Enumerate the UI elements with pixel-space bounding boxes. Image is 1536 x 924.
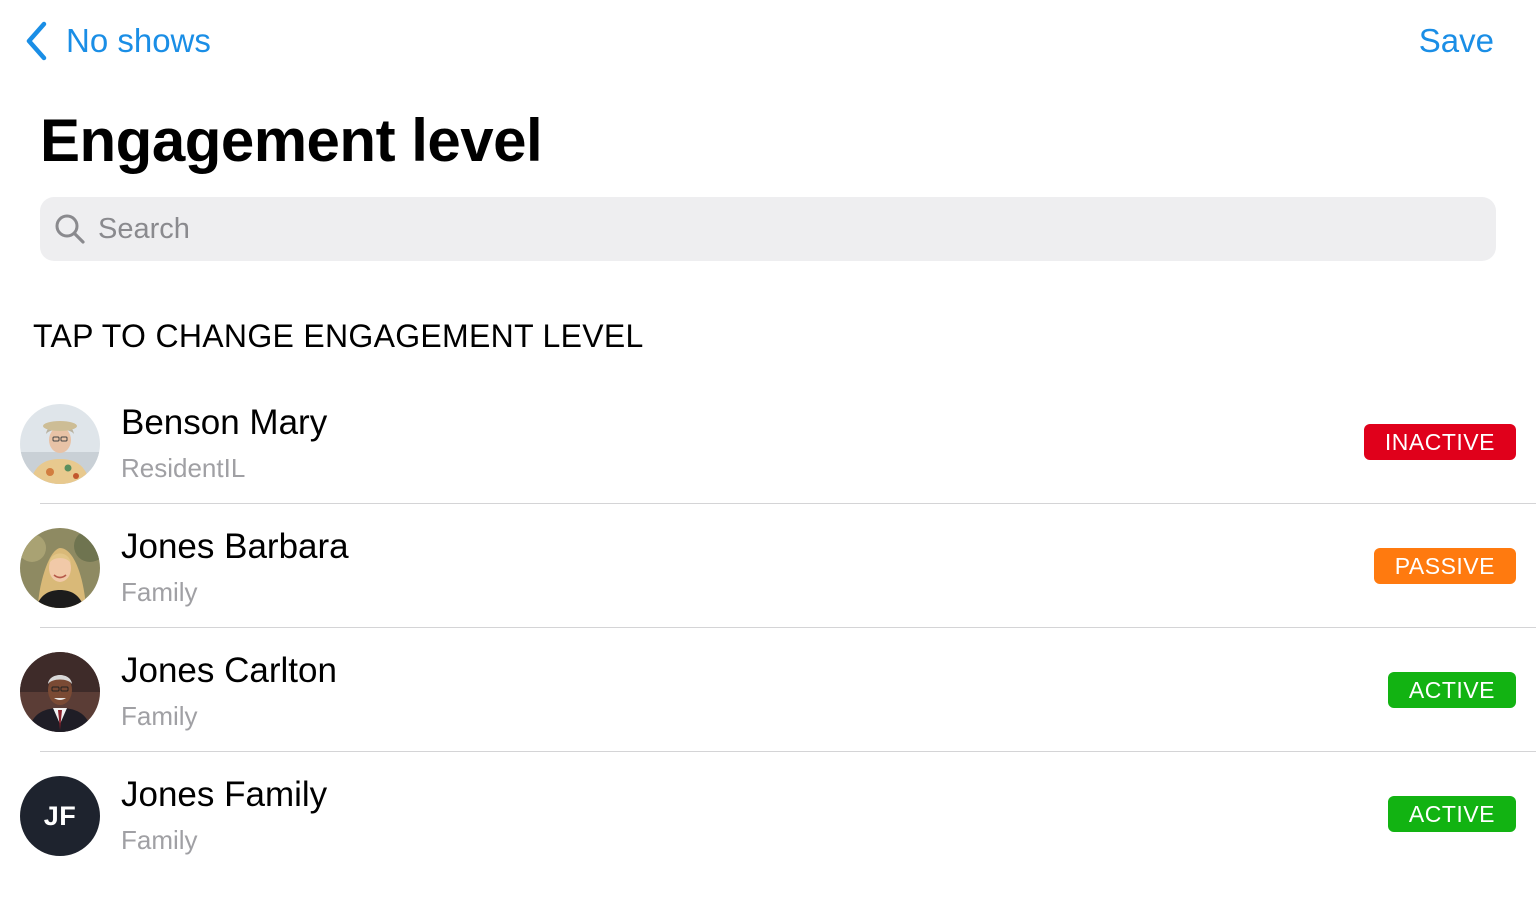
section-header: TAP TO CHANGE ENGAGEMENT LEVEL [33, 318, 644, 354]
status-badge[interactable]: ACTIVE [1387, 796, 1516, 832]
chevron-left-icon [22, 20, 52, 62]
person-role: Family [121, 825, 198, 855]
back-button[interactable]: No shows [22, 20, 211, 62]
avatar [20, 652, 100, 732]
person-name: Benson Mary [121, 403, 328, 442]
person-name: Jones Carlton [121, 651, 337, 690]
status-badge[interactable]: ACTIVE [1387, 672, 1516, 708]
person-role: Family [121, 701, 198, 731]
save-button[interactable]: Save [1419, 20, 1494, 62]
person-role: ResidentIL [121, 453, 246, 483]
status-badge[interactable]: PASSIVE [1373, 548, 1516, 584]
people-list: Benson Mary ResidentIL INACTIVE Jones Ba… [0, 380, 1536, 876]
back-button-label: No shows [66, 22, 211, 59]
search-icon [54, 213, 86, 245]
list-item[interactable]: JF Jones Family Family ACTIVE [0, 752, 1536, 876]
search-input[interactable] [96, 211, 1460, 247]
search-bar[interactable] [40, 197, 1496, 261]
list-item[interactable]: Jones Barbara Family PASSIVE [0, 504, 1536, 628]
list-item[interactable]: Benson Mary ResidentIL INACTIVE [0, 380, 1536, 504]
avatar: JF [20, 776, 100, 856]
person-name: Jones Family [121, 775, 328, 814]
person-name: Jones Barbara [121, 527, 349, 566]
list-item[interactable]: Jones Carlton Family ACTIVE [0, 628, 1536, 752]
person-role: Family [121, 577, 198, 607]
page-title: Engagement level [40, 107, 543, 174]
avatar-initials: JF [20, 776, 100, 856]
avatar [20, 404, 100, 484]
avatar [20, 528, 100, 608]
status-badge[interactable]: INACTIVE [1363, 424, 1516, 460]
